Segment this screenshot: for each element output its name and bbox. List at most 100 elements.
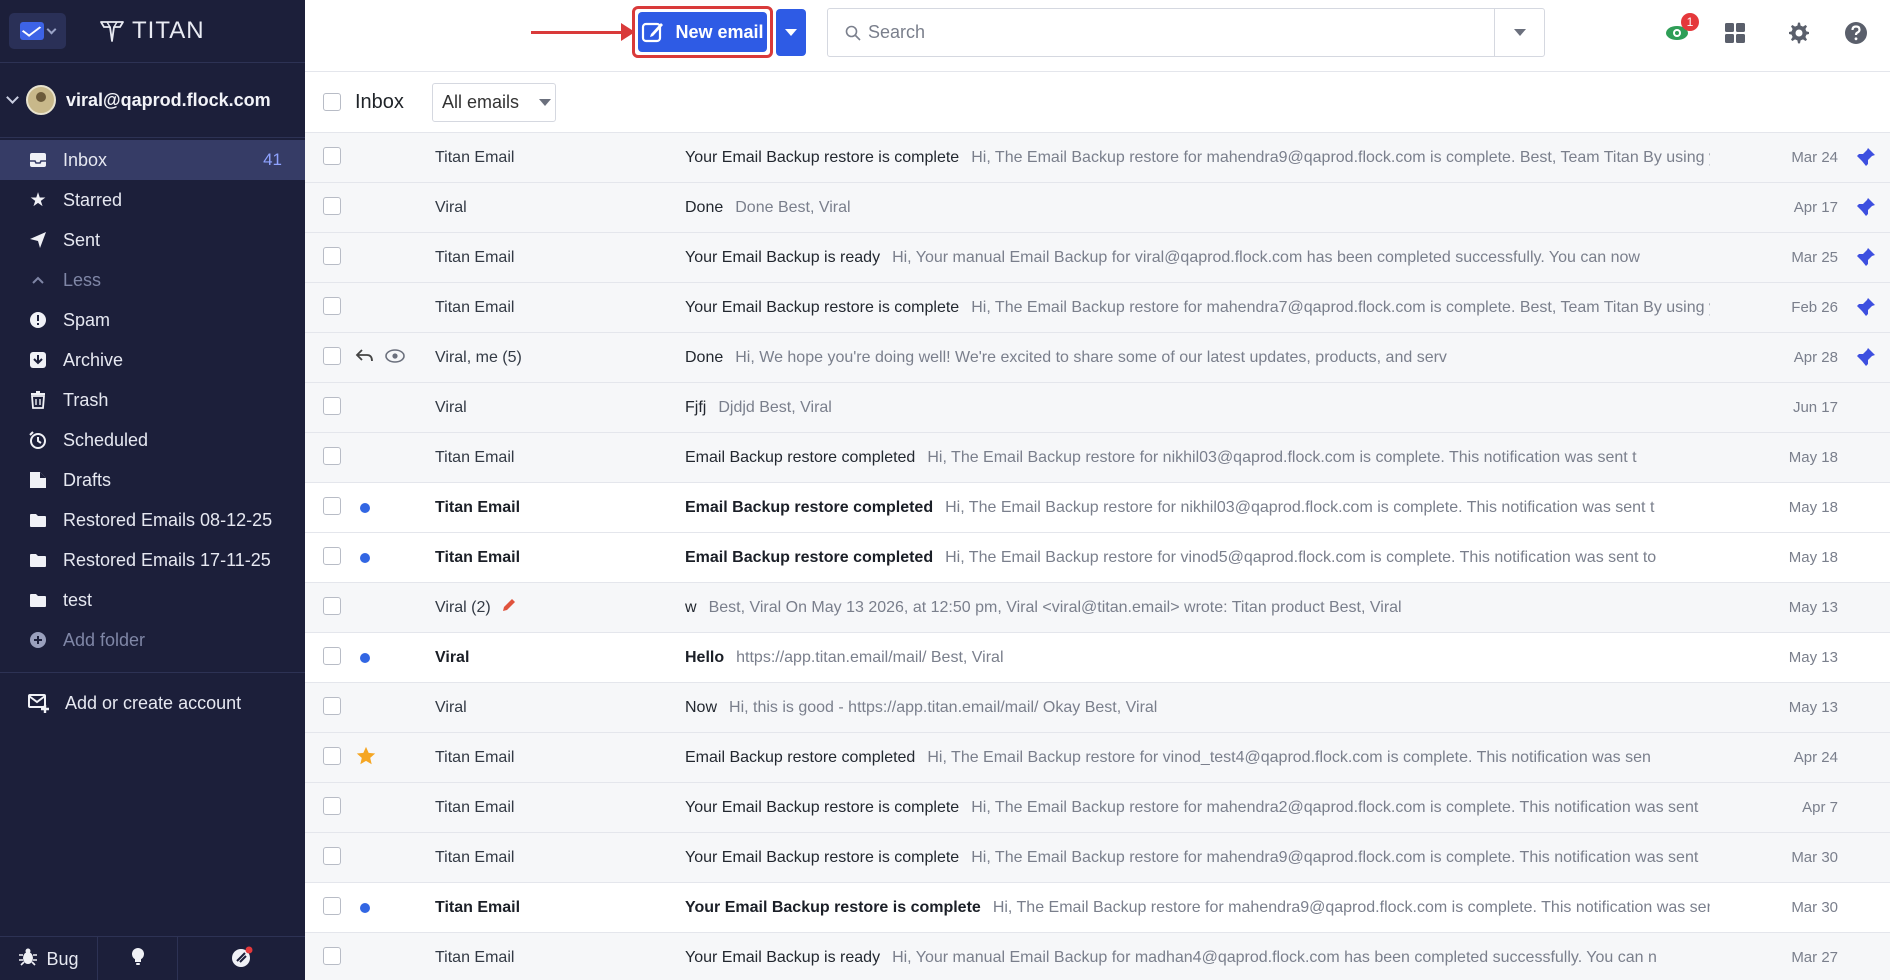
sidebar-item-less[interactable]: Less: [0, 260, 305, 300]
email-row[interactable]: Titan Email Your Email Backup restore is …: [305, 133, 1890, 183]
pin-icon[interactable]: [1856, 297, 1876, 317]
subject-preview: Email Backup restore completed Hi, The Em…: [685, 549, 1710, 567]
email-row[interactable]: Viral (2) w Best, Viral On May 13 2026, at…: [305, 583, 1890, 633]
pin-icon[interactable]: [1856, 347, 1876, 367]
row-checkbox[interactable]: [323, 147, 341, 165]
chevron-down-icon[interactable]: [6, 90, 19, 104]
add-folder-button[interactable]: Add folder: [0, 620, 305, 660]
sidebar-item-inbox[interactable]: Inbox 41: [0, 140, 305, 180]
row-checkbox[interactable]: [323, 547, 341, 565]
sidebar-item-restored-emails-17-11-25[interactable]: Restored Emails 17-11-25: [0, 540, 305, 580]
sender-text: Viral: [435, 698, 467, 716]
email-row[interactable]: Titan Email Email Backup restore complete…: [305, 483, 1890, 533]
search-input[interactable]: [868, 9, 1494, 56]
sidebar-item-label: Restored Emails 17-11-25: [63, 549, 271, 570]
sender-text: Titan Email: [435, 448, 515, 466]
pin-icon[interactable]: [1856, 147, 1876, 167]
email-row[interactable]: Titan Email Your Email Backup restore is …: [305, 283, 1890, 333]
row-checkbox[interactable]: [323, 747, 341, 765]
settings-button[interactable]: [1785, 19, 1813, 47]
annotation-arrow: [531, 31, 626, 34]
row-checkbox[interactable]: [323, 197, 341, 215]
email-row[interactable]: Titan Email Your Email Backup is ready Hi,…: [305, 233, 1890, 283]
chevron-up-icon: [28, 270, 48, 290]
sidebar-item-sent[interactable]: Sent: [0, 220, 305, 260]
notifications-button[interactable]: 1: [1663, 13, 1699, 47]
sender-name: Titan Email: [435, 799, 514, 817]
row-checkbox[interactable]: [323, 847, 341, 865]
pin-icon[interactable]: [1856, 197, 1876, 217]
sender-text: Titan Email: [435, 848, 515, 866]
new-email-dropdown-button[interactable]: [776, 9, 806, 56]
draft-pencil-icon: [501, 597, 517, 618]
sidebar-item-spam[interactable]: Spam: [0, 300, 305, 340]
subject-preview: Hello https://app.titan.email/mail/ Best,…: [685, 649, 1710, 667]
sender-text: Titan Email: [435, 548, 521, 566]
email-row[interactable]: Titan Email Email Backup restore complete…: [305, 733, 1890, 783]
sender-text: Titan Email: [435, 148, 515, 166]
sender-name: Viral: [435, 699, 467, 717]
sidebar-item-archive[interactable]: Archive: [0, 340, 305, 380]
sender-name: Viral: [435, 199, 467, 217]
app-switcher-button[interactable]: [9, 13, 66, 49]
report-bug-button[interactable]: Bug: [0, 937, 98, 980]
snippet-text: Best, Viral On May 13 2026, at 12:50 pm,…: [708, 598, 1402, 616]
email-row[interactable]: Titan Email Your Email Backup restore is …: [305, 833, 1890, 883]
star-icon[interactable]: [355, 745, 377, 772]
row-checkbox[interactable]: [323, 697, 341, 715]
page-title: Inbox: [355, 90, 404, 113]
email-row[interactable]: Titan Email Email Backup restore complete…: [305, 433, 1890, 483]
account-switcher[interactable]: viral@qaprod.flock.com: [0, 62, 305, 138]
pin-icon[interactable]: [1856, 247, 1876, 267]
row-checkbox[interactable]: [323, 447, 341, 465]
top-bar: New email 1: [305, 0, 1890, 72]
select-all-checkbox[interactable]: [323, 93, 341, 111]
row-checkbox[interactable]: [323, 897, 341, 915]
add-account-button[interactable]: Add or create account: [0, 673, 305, 733]
sender-text: Viral: [435, 398, 467, 416]
snippet-text: Hi, The Email Backup restore for mahendr…: [992, 898, 1710, 916]
row-checkbox[interactable]: [323, 947, 341, 965]
subject-text: Your Email Backup restore is complete: [685, 798, 960, 816]
sidebar-item-test[interactable]: test: [0, 580, 305, 620]
new-email-button[interactable]: New email: [638, 12, 767, 52]
help-button[interactable]: [1842, 19, 1870, 47]
row-checkbox[interactable]: [323, 297, 341, 315]
status-indicators: [355, 645, 415, 671]
email-row[interactable]: Titan Email Your Email Backup restore is …: [305, 783, 1890, 833]
apps-grid-button[interactable]: [1721, 19, 1749, 47]
whats-new-button[interactable]: [178, 937, 305, 980]
notification-count-badge: 1: [1681, 13, 1699, 31]
sidebar-item-trash[interactable]: Trash: [0, 380, 305, 420]
subject-text: Email Backup restore completed: [685, 448, 916, 466]
email-filter-select[interactable]: All emails: [431, 82, 556, 122]
email-row[interactable]: Viral Fjfj Djdjd Best, Viral Jun 17: [305, 383, 1890, 433]
sidebar-item-scheduled[interactable]: Scheduled: [0, 420, 305, 460]
status-indicators: [355, 845, 415, 871]
trash-icon: [28, 390, 48, 410]
row-checkbox[interactable]: [323, 397, 341, 415]
sidebar-item-starred[interactable]: ★ Starred: [0, 180, 305, 220]
inbox-icon: [28, 150, 48, 170]
row-checkbox[interactable]: [323, 797, 341, 815]
email-row[interactable]: Viral, me (5) Done Hi, We hope you're doin…: [305, 333, 1890, 383]
row-checkbox[interactable]: [323, 597, 341, 615]
row-checkbox[interactable]: [323, 347, 341, 365]
email-row[interactable]: Titan Email Your Email Backup restore is …: [305, 883, 1890, 933]
row-checkbox[interactable]: [323, 497, 341, 515]
sidebar-item-drafts[interactable]: Drafts: [0, 460, 305, 500]
row-checkbox[interactable]: [323, 647, 341, 665]
row-checkbox[interactable]: [323, 247, 341, 265]
email-row[interactable]: Titan Email Your Email Backup is ready Hi,…: [305, 933, 1890, 980]
email-row[interactable]: Viral Now Hi, this is good - https://app.t…: [305, 683, 1890, 733]
status-indicators: [355, 395, 415, 421]
feedback-idea-button[interactable]: [98, 937, 178, 980]
subject-text: Email Backup restore completed: [685, 498, 934, 516]
sidebar-item-restored-emails-08-12-25[interactable]: Restored Emails 08-12-25: [0, 500, 305, 540]
email-row[interactable]: Viral Done Done Best, Viral Apr 17: [305, 183, 1890, 233]
email-row[interactable]: Titan Email Email Backup restore complete…: [305, 533, 1890, 583]
email-row[interactable]: Viral Hello https://app.titan.email/mail/ …: [305, 633, 1890, 683]
search-options-button[interactable]: [1494, 9, 1544, 56]
subject-text: Done: [685, 348, 724, 366]
sender-text: Titan Email: [435, 948, 515, 966]
